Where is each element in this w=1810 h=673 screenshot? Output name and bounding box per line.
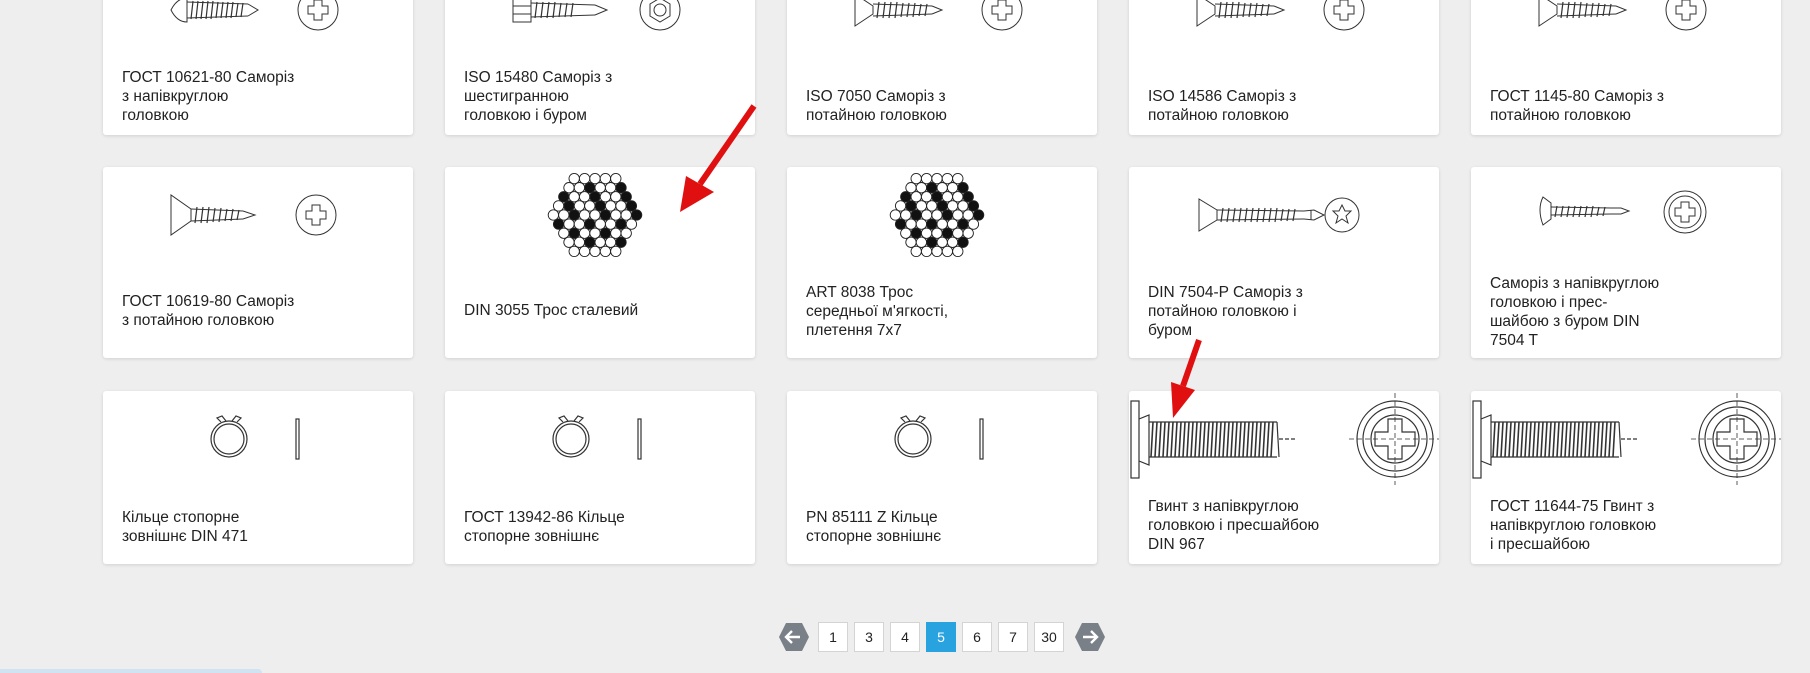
product-title-line: ISO 7050 Саморіз з bbox=[806, 88, 946, 105]
product-drawing-wire-rope bbox=[787, 167, 1097, 267]
product-drawing-countersunk-screw bbox=[787, 0, 1097, 40]
page-5-link-current[interactable]: 5 bbox=[926, 622, 956, 652]
product-drawing-retaining-ring bbox=[445, 391, 755, 491]
product-title[interactable]: ISO 15480 Саморіз з шестигранною головко… bbox=[464, 68, 655, 125]
product-drawing-washer-bolt bbox=[1471, 391, 1781, 491]
product-card[interactable]: ГОСТ 1145-80 Саморіз з потайною головкою bbox=[1471, 0, 1781, 135]
page-3-link[interactable]: 3 bbox=[854, 622, 884, 652]
product-title[interactable]: Саморіз з напівкруглою головкою і прес- … bbox=[1490, 274, 1681, 350]
product-drawing-wire-rope bbox=[445, 167, 755, 267]
product-title-line: головкою і пресшайбою bbox=[1148, 517, 1320, 534]
product-drawing-round-head-screw bbox=[103, 0, 413, 40]
product-title-line: Саморіз з напівкруглою bbox=[1490, 275, 1660, 292]
page-30-link[interactable]: 30 bbox=[1034, 622, 1064, 652]
product-title-line: ГОСТ 10619-80 Саморіз bbox=[122, 293, 295, 310]
product-title-line: 7504 T bbox=[1490, 332, 1538, 349]
product-drawing-washer-drill-screw bbox=[1471, 167, 1781, 267]
product-title-line: потайною головкою bbox=[1490, 107, 1631, 124]
product-title-line: ISO 15480 Саморіз з bbox=[464, 69, 613, 86]
product-title[interactable]: ISO 7050 Саморіз з потайною головкою bbox=[806, 87, 997, 125]
page-6-link[interactable]: 6 bbox=[962, 622, 992, 652]
product-title-line: ГОСТ 10621-80 Саморіз bbox=[122, 69, 295, 86]
product-title[interactable]: ГОСТ 11644-75 Гвинт з напівкруглою голов… bbox=[1490, 497, 1681, 554]
product-title[interactable]: ART 8038 Трос середньої м'ягкості, плете… bbox=[806, 283, 997, 340]
product-title-line: DIN 3055 Трос сталевий bbox=[464, 302, 639, 319]
product-title-line: потайною головкою bbox=[1148, 107, 1289, 124]
product-title-line: зовнішнє DIN 471 bbox=[122, 528, 248, 545]
product-drawing-countersunk-screw bbox=[103, 167, 413, 267]
product-title-line: шестигранною bbox=[464, 88, 569, 105]
page-7-link[interactable]: 7 bbox=[998, 622, 1028, 652]
product-card[interactable]: ART 8038 Трос середньої м'ягкості, плете… bbox=[787, 167, 1097, 358]
product-card[interactable]: ГОСТ 10619-80 Саморіз з потайною головко… bbox=[103, 167, 413, 358]
product-title-line: з потайною головкою bbox=[122, 312, 275, 329]
product-card[interactable]: DIN 3055 Трос сталевий bbox=[445, 167, 755, 358]
product-title-line: DIN 7504-P Саморіз з bbox=[1148, 284, 1303, 301]
product-card[interactable]: Кільце стопорне зовнішнє DIN 471 bbox=[103, 391, 413, 564]
arrow-right-icon[interactable] bbox=[1074, 622, 1106, 652]
product-title[interactable]: PN 85111 Z Кільце стопорне зовнішнє bbox=[806, 508, 997, 546]
product-title-line: стопорне зовнішнє bbox=[806, 528, 942, 545]
product-title-line: DIN 967 bbox=[1148, 536, 1205, 553]
product-title-line: шайбою з буром DIN bbox=[1490, 313, 1640, 330]
product-drawing-countersunk-drill-screw bbox=[1129, 167, 1439, 267]
product-card[interactable]: Гвинт з напівкруглою головкою і пресшайб… bbox=[1129, 391, 1439, 564]
product-title-line: ГОСТ 11644-75 Гвинт з bbox=[1490, 498, 1655, 515]
product-title-line: з напівкруглою bbox=[122, 88, 229, 105]
product-card[interactable]: DIN 7504-P Саморіз з потайною головкою і… bbox=[1129, 167, 1439, 358]
product-title[interactable]: ГОСТ 13942-86 Кільце стопорне зовнішнє bbox=[464, 508, 655, 546]
product-title[interactable]: Кільце стопорне зовнішнє DIN 471 bbox=[122, 508, 313, 546]
product-title-line: плетення 7x7 bbox=[806, 322, 902, 339]
product-title-line: потайною головкою і bbox=[1148, 303, 1297, 320]
product-drawing-hex-head-drill-screw bbox=[445, 0, 755, 40]
product-title-line: ГОСТ 1145-80 Саморіз з bbox=[1490, 88, 1664, 105]
page-1-link[interactable]: 1 bbox=[818, 622, 848, 652]
product-title-line: напівкруглою головкою bbox=[1490, 517, 1657, 534]
product-title-line: головкою і буром bbox=[464, 107, 587, 124]
product-title-line: і пресшайбою bbox=[1490, 536, 1590, 553]
product-title[interactable]: ГОСТ 1145-80 Саморіз з потайною головкою bbox=[1490, 87, 1681, 125]
product-title[interactable]: ISO 14586 Саморіз з потайною головкою bbox=[1148, 87, 1339, 125]
product-drawing-washer-bolt bbox=[1129, 391, 1439, 491]
product-card[interactable]: ISO 7050 Саморіз з потайною головкою bbox=[787, 0, 1097, 135]
product-title[interactable]: DIN 3055 Трос сталевий bbox=[464, 301, 655, 320]
arrow-left-icon[interactable] bbox=[778, 622, 810, 652]
product-title[interactable]: ГОСТ 10621-80 Саморіз з напівкруглою гол… bbox=[122, 68, 313, 125]
product-title-line: буром bbox=[1148, 322, 1193, 339]
page-load-strip bbox=[0, 669, 262, 673]
product-card[interactable]: Саморіз з напівкруглою головкою і прес- … bbox=[1471, 167, 1781, 358]
product-card[interactable]: ГОСТ 10621-80 Саморіз з напівкруглою гол… bbox=[103, 0, 413, 135]
product-title-line: Гвинт з напівкруглою bbox=[1148, 498, 1299, 515]
product-title-line: ГОСТ 13942-86 Кільце bbox=[464, 509, 625, 526]
product-card[interactable]: ГОСТ 11644-75 Гвинт з напівкруглою голов… bbox=[1471, 391, 1781, 564]
product-title-line: ISO 14586 Саморіз з bbox=[1148, 88, 1297, 105]
product-title-line: головкою bbox=[122, 107, 189, 124]
product-title[interactable]: ГОСТ 10619-80 Саморіз з потайною головко… bbox=[122, 292, 313, 330]
product-card[interactable]: ISO 14586 Саморіз з потайною головкою bbox=[1129, 0, 1439, 135]
product-title-line: потайною головкою bbox=[806, 107, 947, 124]
page-4-link[interactable]: 4 bbox=[890, 622, 920, 652]
product-title[interactable]: DIN 7504-P Саморіз з потайною головкою і… bbox=[1148, 283, 1339, 340]
product-drawing-countersunk-screw bbox=[1471, 0, 1781, 40]
product-drawing-retaining-ring bbox=[787, 391, 1097, 491]
product-card[interactable]: PN 85111 Z Кільце стопорне зовнішнє bbox=[787, 391, 1097, 564]
product-title-line: середньої м'ягкості, bbox=[806, 303, 949, 320]
product-card[interactable]: ГОСТ 13942-86 Кільце стопорне зовнішнє bbox=[445, 391, 755, 564]
product-title-line: Кільце стопорне bbox=[122, 509, 240, 526]
product-title[interactable]: Гвинт з напівкруглою головкою і пресшайб… bbox=[1148, 497, 1339, 554]
product-title-line: стопорне зовнішнє bbox=[464, 528, 600, 545]
product-title-line: ART 8038 Трос bbox=[806, 284, 914, 301]
product-title-line: головкою і прес- bbox=[1490, 294, 1608, 311]
product-drawing-retaining-ring bbox=[103, 391, 413, 491]
product-card[interactable]: ISO 15480 Саморіз з шестигранною головко… bbox=[445, 0, 755, 135]
product-title-line: PN 85111 Z Кільце bbox=[806, 509, 938, 526]
product-drawing-countersunk-screw bbox=[1129, 0, 1439, 40]
